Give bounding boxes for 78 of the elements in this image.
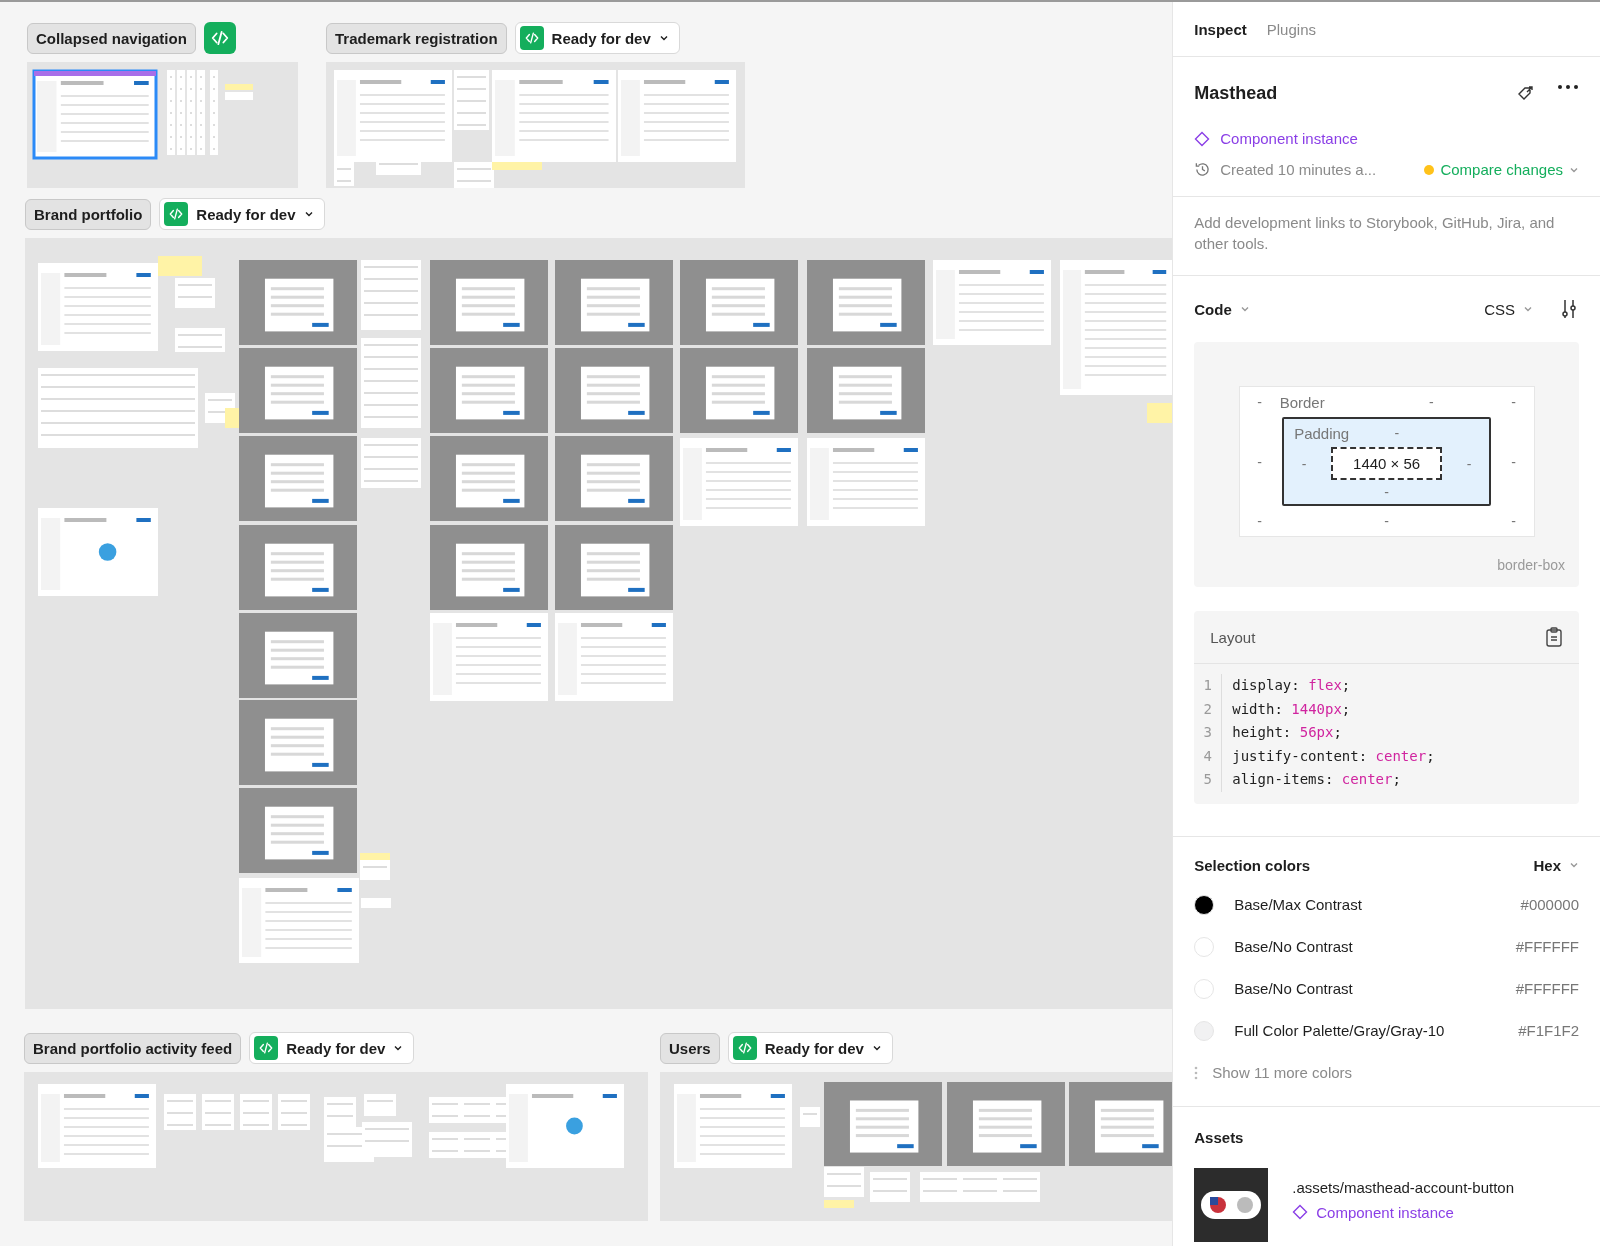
caret-icon — [871, 1043, 882, 1053]
padding-top-value: - — [1394, 424, 1400, 442]
asset-type: Component instance — [1316, 1203, 1454, 1221]
color-value: #000000 — [1520, 896, 1579, 913]
code-line: justify-content: center; — [1231, 746, 1436, 766]
asset-name: .assets/masthead-account-button — [1292, 1178, 1515, 1196]
code-line: align-items: center; — [1231, 770, 1402, 789]
status-dropdown[interactable]: Ready for dev — [249, 1032, 415, 1064]
section-title[interactable]: Collapsed navigation — [27, 22, 196, 54]
status-dot-icon — [1424, 164, 1435, 175]
code-icon — [210, 29, 229, 47]
component-icon — [1194, 130, 1211, 147]
code-line: display: flex; — [1231, 676, 1352, 695]
component-icon — [1292, 1204, 1309, 1220]
code-icon — [169, 207, 184, 221]
line-number: 3 — [1194, 721, 1223, 745]
corner-value: - — [1257, 394, 1262, 410]
dev-links-note: Add development links to Storybook, GitHub, Jira, and other tools. — [1194, 213, 1556, 254]
caret-icon — [1523, 304, 1533, 314]
dev-mode-button[interactable] — [203, 22, 236, 54]
padding-label: Padding — [1294, 424, 1350, 442]
border-top-value: - — [1428, 393, 1434, 411]
panel-tab[interactable]: Inspect — [1194, 20, 1247, 38]
box-sizing-label: border-box — [1497, 557, 1565, 573]
color-format-dropdown[interactable]: Hex — [1533, 856, 1579, 874]
border-right-value: - — [1511, 453, 1516, 470]
padding-right-value: - — [1466, 455, 1472, 472]
status-dropdown[interactable]: Ready for dev — [514, 22, 680, 54]
line-number: 4 — [1194, 744, 1223, 768]
code-line: height: 56px; — [1231, 723, 1343, 742]
selection-colors-title: Selection colors — [1194, 856, 1311, 874]
code-icon — [524, 31, 539, 45]
corner-value: - — [1511, 394, 1516, 410]
color-value: #FFFFFF — [1515, 938, 1579, 955]
created-time: Created 10 minutes a... — [1220, 161, 1377, 178]
border-label: Border — [1279, 393, 1325, 411]
border-left-value: - — [1257, 453, 1262, 470]
color-name: Base/No Contrast — [1234, 980, 1354, 997]
corner-value: - — [1511, 513, 1516, 529]
line-number: 5 — [1194, 768, 1223, 792]
padding-left-value: - — [1301, 455, 1307, 472]
corner-value: - — [1257, 513, 1262, 529]
code-block-title: Layout — [1210, 628, 1256, 646]
padding-bottom-value: - — [1384, 484, 1389, 500]
settings-icon[interactable] — [1559, 298, 1579, 320]
caret-icon — [1239, 304, 1250, 314]
section-title[interactable]: Brand portfolio — [25, 198, 152, 230]
line-number: 1 — [1194, 674, 1223, 698]
more-vertical-icon — [1194, 1065, 1199, 1080]
show-more-colors-link[interactable]: Show 11 more colors — [1212, 1064, 1353, 1081]
color-value: #FFFFFF — [1515, 980, 1579, 997]
code-dropdown[interactable]: Code — [1194, 300, 1250, 318]
status-dropdown[interactable]: Ready for dev — [159, 198, 325, 230]
caret-icon — [393, 1043, 404, 1053]
caret-icon — [658, 33, 669, 43]
history-icon — [1194, 161, 1212, 178]
code-icon — [259, 1041, 274, 1055]
code-icon — [737, 1041, 752, 1055]
color-name: Base/No Contrast — [1234, 938, 1354, 955]
assets-title: Assets — [1194, 1128, 1245, 1146]
status-dropdown[interactable]: Ready for dev — [727, 1032, 893, 1064]
color-name: Base/Max Contrast — [1234, 896, 1363, 913]
caret-icon — [303, 209, 314, 219]
color-name: Full Color Palette/Gray/Gray-10 — [1234, 1022, 1446, 1039]
line-number: 2 — [1194, 697, 1223, 721]
code-line: width: 1440px; — [1231, 699, 1352, 719]
section-title[interactable]: Brand portfolio activity feed — [24, 1032, 242, 1064]
account-button-drawing — [1201, 1190, 1262, 1219]
section-title[interactable]: Trademark registration — [326, 22, 507, 54]
clipboard-icon[interactable] — [1545, 627, 1563, 647]
color-value: #F1F1F2 — [1518, 1022, 1579, 1039]
border-bottom-value: - — [1384, 513, 1389, 529]
layer-name: Masthead — [1194, 83, 1278, 104]
section-title[interactable]: Users — [660, 1032, 720, 1064]
caret-icon — [1569, 860, 1579, 870]
language-dropdown[interactable]: CSS — [1484, 300, 1533, 318]
component-type: Component instance — [1220, 130, 1358, 147]
size-value: 1440 × 56 — [1331, 447, 1443, 480]
